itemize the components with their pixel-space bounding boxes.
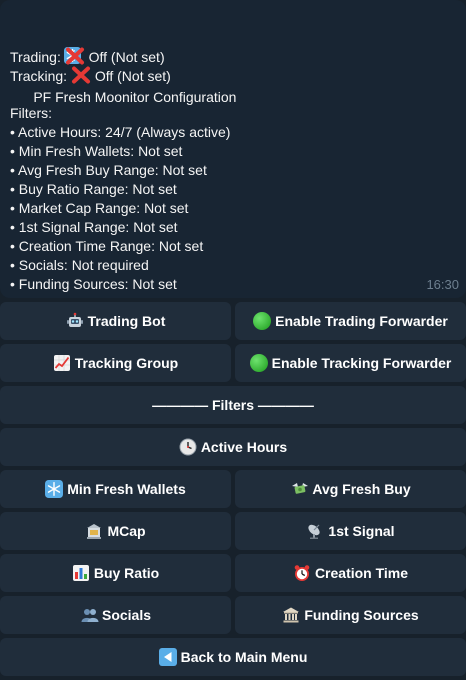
active-hours-label: Active Hours [200,439,288,455]
green-circle-icon [249,354,268,372]
back-arrow-icon [158,648,177,666]
buy-ratio-button[interactable]: Buy Ratio [0,554,231,592]
tracking-status: Off (Not set) [94,68,171,84]
avg-fresh-buy-button[interactable]: Avg Fresh Buy [235,470,466,508]
socials-label: Socials [101,607,152,623]
filter-item: • Funding Sources: Not set [10,276,177,292]
active-hours-button[interactable]: Active Hours [0,428,466,466]
message-title: PF Fresh Moonitor Configuration [33,89,237,105]
min-fresh-wallets-label: Min Fresh Wallets [67,481,186,497]
keyboard-row: Active Hours [0,428,466,466]
socials-button[interactable]: Socials [0,596,231,634]
enable-trading-forwarder-label: Enable Trading Forwarder [275,313,448,329]
inline-keyboard: Trading Bot Enable Trading Forwarder Tra… [0,302,466,680]
first-signal-button[interactable]: 1st Signal [235,512,466,550]
trading-bot-label: Trading Bot [87,313,166,329]
mcap-button[interactable]: MCap [0,512,231,550]
tracking-group-button[interactable]: Tracking Group [0,344,231,382]
classical-building-icon [282,606,300,624]
filter-item: • Buy Ratio Range: Not set [10,181,177,197]
keyboard-row: Tracking Group Enable Tracking Forwarder [0,344,466,382]
filters-divider-label: ———— Filters ———— [152,397,314,413]
filter-item: • Avg Fresh Buy Range: Not set [10,162,207,178]
bar-chart-icon [72,564,90,582]
bank-icon [85,522,103,540]
chart-increasing-icon [53,354,71,372]
trading-label: Trading: [10,49,61,65]
bot-message: PF Fresh Moonitor Configuration Trading:… [0,0,466,298]
clock-icon [179,438,197,456]
keyboard-row: Back to Main Menu [0,638,466,676]
enable-trading-forwarder-button[interactable]: Enable Trading Forwarder [235,302,466,340]
trading-bot-button[interactable]: Trading Bot [0,302,231,340]
tracking-status-line: Tracking: Off (Not set) [10,66,456,85]
trading-status-line: Trading: Off (Not set) [10,47,456,66]
filter-item: • Market Cap Range: Not set [10,200,189,216]
filter-item: • Min Fresh Wallets: Not set [10,143,183,159]
creation-time-label: Creation Time [314,565,409,581]
cross-mark-icon [71,66,91,89]
filter-item: • Active Hours: 24/7 (Always active) [10,124,231,140]
tracking-group-label: Tracking Group [74,355,179,371]
tracking-label: Tracking: [10,68,68,84]
min-fresh-wallets-button[interactable]: Min Fresh Wallets [0,470,231,508]
keyboard-row: Socials Funding Sources [0,596,466,634]
enable-tracking-forwarder-button[interactable]: Enable Tracking Forwarder [235,344,466,382]
keyboard-row: ———— Filters ———— [0,386,466,424]
green-circle-icon [253,312,272,330]
mcap-label: MCap [107,523,146,539]
filter-item: • Socials: Not required [10,257,149,273]
robot-icon [66,312,84,330]
chat-view: PF Fresh Moonitor Configuration Trading:… [0,0,466,680]
people-icon [80,606,99,624]
message-title-line: PF Fresh Moonitor Configuration [10,9,456,105]
filters-divider-button[interactable]: ———— Filters ———— [0,386,466,424]
creation-time-button[interactable]: Creation Time [235,554,466,592]
money-with-wings-icon [290,480,309,498]
alarm-clock-icon [293,564,311,582]
enable-tracking-forwarder-label: Enable Tracking Forwarder [271,355,452,371]
snowflake-icon [45,480,64,498]
funding-sources-button[interactable]: Funding Sources [235,596,466,634]
message-timestamp: 16:30 [426,277,459,292]
first-signal-label: 1st Signal [328,523,395,539]
keyboard-row: Min Fresh Wallets Avg Fresh Buy [0,470,466,508]
buy-ratio-label: Buy Ratio [93,565,160,581]
back-to-main-menu-label: Back to Main Menu [180,649,308,665]
keyboard-row: MCap 1st Signal [0,512,466,550]
filter-item: • 1st Signal Range: Not set [10,219,178,235]
back-to-main-menu-button[interactable]: Back to Main Menu [0,638,466,676]
funding-sources-label: Funding Sources [304,607,419,623]
avg-fresh-buy-label: Avg Fresh Buy [312,481,411,497]
keyboard-row: Trading Bot Enable Trading Forwarder [0,302,466,340]
keyboard-row: Buy Ratio Creation Time [0,554,466,592]
satellite-antenna-icon [306,522,324,540]
trading-status: Off (Not set) [88,49,165,65]
filter-item: • Creation Time Range: Not set [10,238,204,254]
